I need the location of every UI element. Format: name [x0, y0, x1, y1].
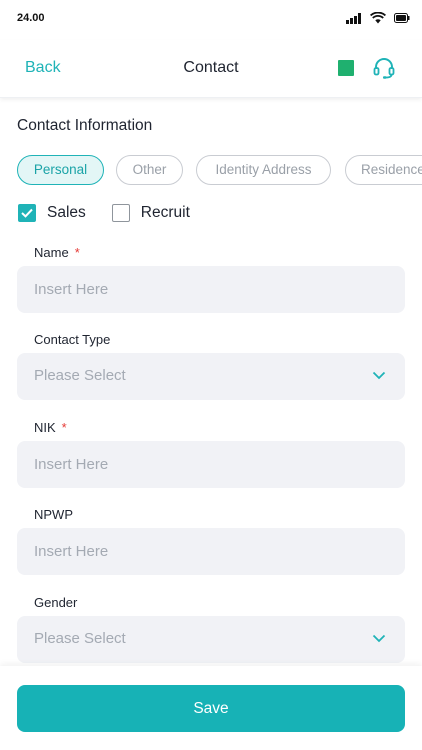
contact-type-placeholder: Please Select — [34, 367, 126, 384]
tab-personal[interactable]: Personal — [17, 155, 104, 185]
contact-type-label: Contact Type — [34, 332, 111, 347]
checkbox-recruit-box[interactable] — [111, 204, 130, 222]
tab-chips: Personal Other Identity Address Residenc… — [17, 155, 422, 185]
tab-other[interactable]: Other — [116, 155, 183, 185]
footer-bar: Save — [0, 666, 422, 750]
name-field[interactable] — [17, 266, 405, 313]
required-marker: * — [61, 420, 67, 435]
name-label: Name * — [34, 245, 80, 260]
checkbox-recruit-label: Recruit — [140, 204, 190, 221]
status-bar: 24.00 — [0, 0, 422, 40]
chevron-down-icon — [372, 371, 386, 380]
gender-label: Gender — [34, 595, 78, 610]
npwp-field[interactable] — [17, 528, 405, 575]
npwp-label: NPWP — [34, 507, 73, 522]
page-title: Contact — [183, 59, 239, 76]
save-button[interactable]: Save — [17, 685, 405, 732]
tab-residence[interactable]: Residence — [345, 155, 422, 185]
contact-type-select[interactable]: Please Select — [17, 353, 405, 400]
name-label-text: Name — [34, 245, 69, 260]
status-icons — [346, 12, 410, 24]
checkbox-sales-label: Sales — [47, 204, 86, 221]
headset-icon[interactable] — [372, 56, 396, 80]
nik-input[interactable] — [17, 441, 405, 488]
status-time: 24.00 — [17, 12, 45, 24]
tab-identity-address[interactable]: Identity Address — [196, 155, 331, 185]
checkbox-sales[interactable]: Sales — [18, 204, 86, 222]
section-title: Contact Information — [17, 117, 153, 134]
role-checkboxes: Sales Recruit — [18, 204, 190, 222]
wifi-icon — [370, 12, 386, 24]
nik-field[interactable] — [17, 441, 405, 488]
npwp-input[interactable] — [17, 528, 405, 575]
required-marker: * — [74, 245, 80, 260]
chevron-down-icon — [372, 634, 386, 643]
nik-label-text: NIK — [34, 420, 56, 435]
nik-label: NIK * — [34, 420, 67, 435]
app-header: Back Contact — [0, 40, 422, 98]
check-icon — [21, 208, 33, 218]
gender-placeholder: Please Select — [34, 630, 126, 647]
checkbox-recruit[interactable]: Recruit — [111, 204, 190, 222]
signal-icon — [346, 12, 361, 24]
checkbox-sales-box[interactable] — [18, 204, 36, 222]
battery-icon — [394, 13, 410, 23]
name-input[interactable] — [17, 266, 405, 313]
gender-select[interactable]: Please Select — [17, 616, 405, 663]
status-indicator — [338, 60, 354, 76]
